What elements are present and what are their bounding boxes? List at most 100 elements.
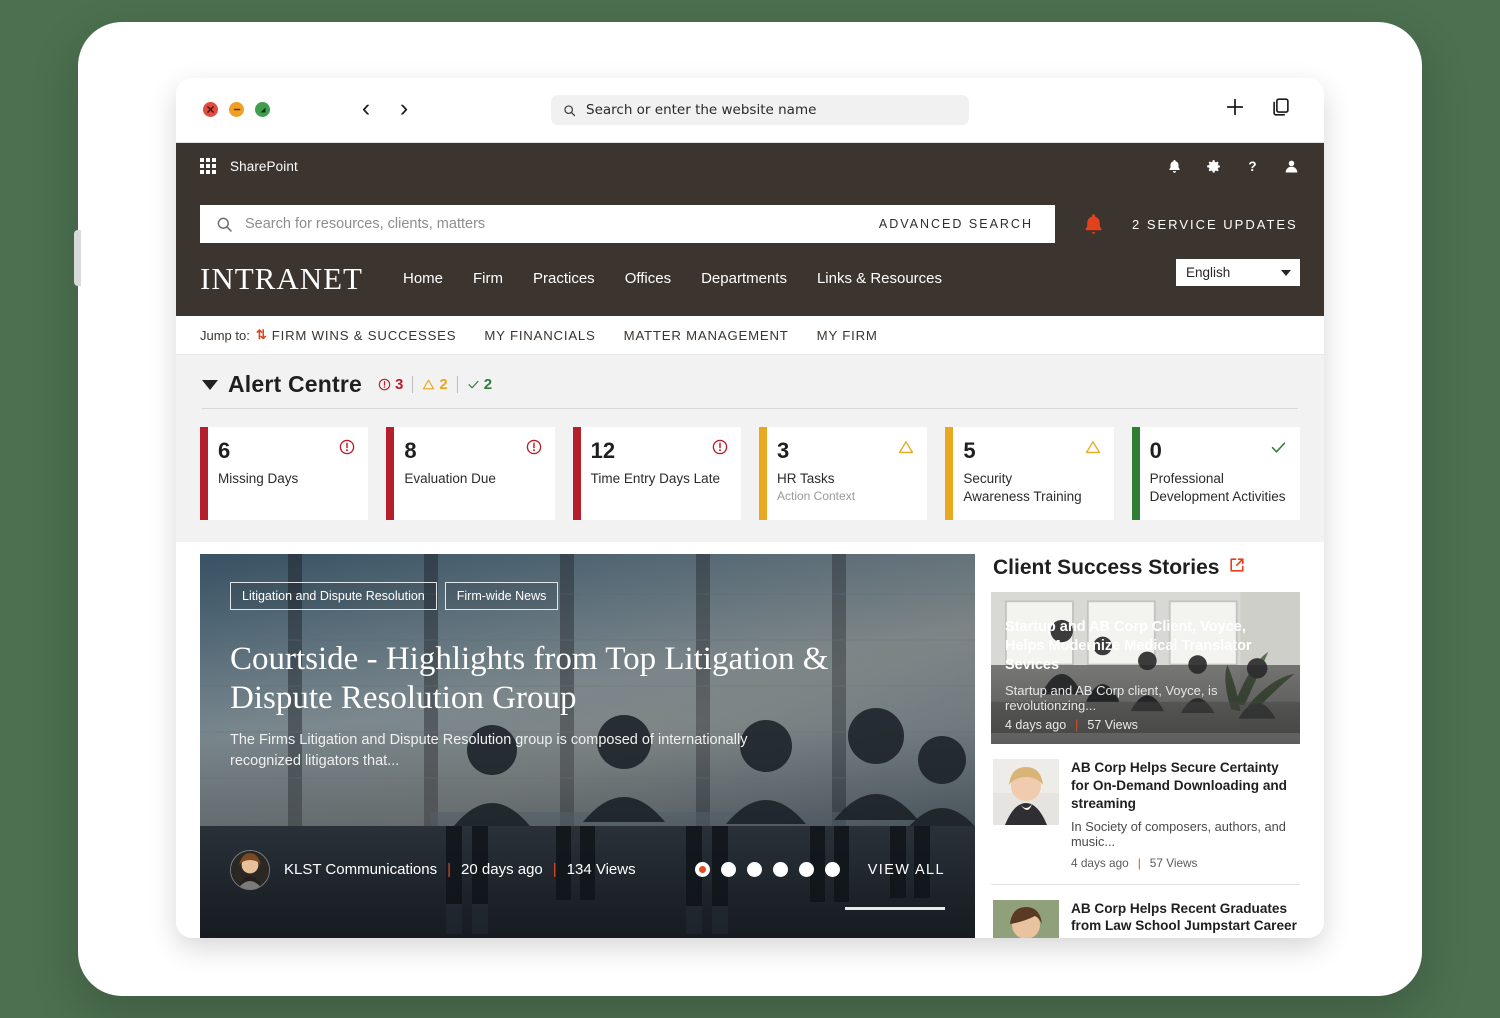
alert-card-label: Missing Days [218,471,299,487]
hero-tag-litigation[interactable]: Litigation and Dispute Resolution [230,581,437,610]
alert-card-number: 0 [1149,438,1162,463]
main-navigation: Home Firm Practices Offices Departments … [403,270,942,287]
app-name[interactable]: SharePoint [230,159,298,174]
language-select-value: English [1186,265,1231,280]
device-side-button[interactable] [74,230,81,286]
view-all-button[interactable]: VIEW ALL [868,862,945,878]
tab-overview-icon[interactable] [1270,96,1292,118]
search-input[interactable]: Search for resources, clients, matters A… [200,205,1055,243]
user-account-icon[interactable] [1283,158,1300,175]
nav-item-practices[interactable]: Practices [533,270,595,287]
svg-text:?: ? [1248,159,1256,174]
chevron-down-icon [1281,269,1291,276]
alert-centre-header: Alert Centre 3 2 2 [200,371,1300,408]
story-title[interactable]: AB Corp Helps Secure Certainty for On-De… [1071,759,1298,813]
jump-to-label: Jump to: [200,327,250,343]
carousel-dot-2[interactable] [720,862,736,878]
featured-story-meta: 4 days ago | 57 Views [1005,718,1286,732]
alert-count-warning[interactable]: 2 [412,376,456,393]
service-updates-link[interactable]: 2 SERVICE UPDATES [1132,217,1298,232]
jump-link-my-financials[interactable]: MY FINANCIALS [484,328,595,343]
alert-card-number: 6 [218,438,231,463]
story-views: 57 Views [1149,855,1198,870]
error-icon [712,439,728,460]
notifications-bell-icon[interactable] [1166,158,1183,175]
featured-story-views: 57 Views [1087,717,1138,732]
alert-count-warning-value: 2 [439,376,448,393]
story-list-item-1[interactable]: AB Corp Helps Secure Certainty for On-De… [991,744,1300,885]
nav-item-offices[interactable]: Offices [625,270,671,287]
nav-item-departments[interactable]: Departments [701,270,787,287]
byline-divider: | [552,861,557,879]
help-icon[interactable]: ? [1244,158,1261,175]
carousel-dot-4[interactable] [772,862,788,878]
alert-card-hr-tasks[interactable]: 3 HR Tasks Action Context [758,427,928,520]
browser-toolbar: ‹ › Search or enter the website name [176,78,1324,143]
sharepoint-suite-bar: SharePoint ? [176,143,1324,189]
external-link-icon[interactable] [1229,557,1245,578]
carousel-progress-bar[interactable] [845,906,945,910]
alert-card-missing-days[interactable]: 6 Missing Days [200,427,369,520]
hero-tag-firmwide-news[interactable]: Firm-wide News [444,581,559,610]
carousel-dot-1[interactable] [694,862,710,878]
alert-count-ok[interactable]: 2 [456,376,501,393]
carousel-dot-3[interactable] [746,862,762,878]
alert-card-professional-development-activities[interactable]: 0 Professional Development Activities [1131,427,1300,520]
settings-gear-icon[interactable] [1205,158,1222,175]
maximize-window-button[interactable] [255,102,270,117]
nav-item-links-resources[interactable]: Links & Resources [817,270,942,287]
hero-title[interactable]: Courtside - Highlights from Top Litigati… [230,640,840,718]
close-window-button[interactable] [203,102,218,117]
alert-count-ok-value: 2 [483,376,493,393]
featured-story-body: Startup and AB Corp Client, Voyce, Helps… [991,618,1300,744]
hero-article[interactable]: Litigation and Dispute Resolution Firm-w… [200,553,975,938]
jump-to-marker-icon: ⇅ [255,327,267,342]
alert-card-label: Time Entry Days Late [590,471,720,487]
story-body: AB Corp Helps Secure Certainty for On-De… [1071,759,1298,870]
alert-card-security-awareness-training[interactable]: 5 Security Awareness Training [945,427,1114,520]
jump-link-firm-wins[interactable]: FIRM WINS & SUCCESSES [272,328,457,343]
jump-link-matter-management[interactable]: MATTER MANAGEMENT [624,328,789,343]
browser-navigation: ‹ › [356,96,414,121]
story-description: In Society of composers, authors, and mu… [1071,818,1286,849]
language-select[interactable]: English [1176,259,1300,286]
app-launcher-icon[interactable] [200,158,216,174]
alert-card-evaluation-due[interactable]: 8 Evaluation Due [386,427,555,520]
alert-card-number: 5 [963,438,976,463]
alert-count-error[interactable]: 3 [378,376,412,393]
featured-story-title[interactable]: Startup and AB Corp Client, Voyce, Helps… [1005,618,1286,675]
intranet-logo[interactable]: INTRANET [200,263,363,294]
main-content: Litigation and Dispute Resolution Firm-w… [176,541,1324,938]
carousel-dot-6[interactable] [824,862,840,878]
alert-card-label: Security Awareness Training [963,471,1082,504]
carousel-dot-5[interactable] [798,862,814,878]
story-thumbnail [993,899,1059,938]
brand-nav-row: INTRANET Home Firm Practices Offices Dep… [200,243,1300,316]
advanced-search-button[interactable]: ADVANCED SEARCH [879,217,1055,231]
forward-button[interactable]: › [394,96,414,121]
intranet-search-row: Search for resources, clients, matters A… [200,205,1300,243]
jump-link-my-firm[interactable]: MY FIRM [817,328,878,343]
browser-actions [1224,96,1292,118]
nav-item-firm[interactable]: Firm [473,270,503,287]
nav-item-home[interactable]: Home [403,270,443,287]
alert-card-time-entry-days-late[interactable]: 12 Time Entry Days Late [572,427,741,520]
window-controls [203,102,270,117]
alert-card-label: HR Tasks [776,471,835,487]
minimize-window-button[interactable] [229,102,244,117]
status-stripe [945,427,954,520]
new-tab-icon[interactable] [1224,96,1246,118]
url-bar[interactable]: Search or enter the website name [551,95,969,125]
suite-actions: ? [1166,143,1300,189]
featured-story[interactable]: Startup and AB Corp Client, Voyce, Helps… [991,591,1300,744]
alerts-bell-button[interactable] [1081,212,1106,237]
story-list-item-2[interactable]: AB Corp Helps Recent Graduates from Law … [991,885,1300,938]
status-stripe [758,427,767,520]
featured-story-date: 4 days ago [1005,717,1067,732]
intranet-header: Search for resources, clients, matters A… [176,189,1324,316]
collapse-toggle-icon[interactable] [202,379,218,390]
story-thumbnail [993,758,1059,825]
back-button[interactable]: ‹ [356,96,376,121]
search-icon [216,216,233,233]
story-title[interactable]: AB Corp Helps Recent Graduates from Law … [1071,900,1298,936]
